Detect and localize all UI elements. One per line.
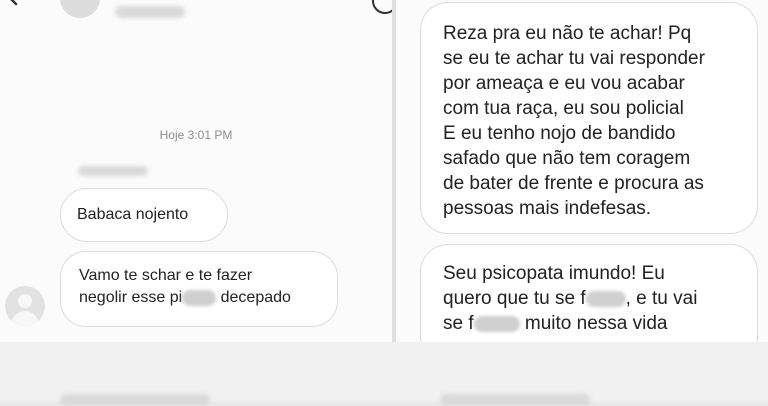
redacted-text <box>60 394 210 406</box>
right-chat-panel: Reza pra eu não te achar! Pq se eu te ac… <box>396 0 768 342</box>
message-bubble: Vamo te schar e te fazer negolir esse pi… <box>60 251 338 327</box>
message-text-line2-start: quero que tu se f <box>443 288 586 309</box>
info-icon[interactable] <box>372 0 392 14</box>
message-text-line1: Vamo te schar e te fazer <box>79 267 253 284</box>
message-text-line1: Seu psicopata imundo! Eu <box>443 263 665 284</box>
message-text-line2-end: , e tu vai <box>625 288 698 309</box>
redacted-username <box>115 6 185 18</box>
message-text-line2-end: decepado <box>216 289 291 306</box>
contact-avatar[interactable] <box>60 0 100 18</box>
message-text: Babaca nojento <box>77 206 189 223</box>
message-text: Reza pra eu não te achar! Pq se eu te ac… <box>443 23 705 219</box>
message-bubble: Seu psicopata imundo! Eu quero que tu se… <box>420 244 758 342</box>
bottom-bar <box>0 342 768 406</box>
arrow-left-icon[interactable] <box>2 0 32 10</box>
left-chat-panel: Hoje 3:01 PM Babaca nojento Vamo te scha… <box>0 0 392 342</box>
redacted-sender-name <box>78 166 148 176</box>
message-text-line2-start: negolir esse pi <box>79 289 183 306</box>
message-bubble: Reza pra eu não te achar! Pq se eu te ac… <box>420 2 758 234</box>
default-avatar-icon <box>5 286 45 326</box>
censored-word <box>585 290 626 307</box>
redacted-text <box>440 394 590 406</box>
censored-word <box>473 315 520 332</box>
message-text-line3-start: se f <box>443 313 474 334</box>
censored-word <box>182 289 217 306</box>
message-text-line3-end: muito nessa vida <box>519 313 668 334</box>
message-timestamp: Hoje 3:01 PM <box>159 128 233 142</box>
message-bubble: Babaca nojento <box>60 188 228 242</box>
